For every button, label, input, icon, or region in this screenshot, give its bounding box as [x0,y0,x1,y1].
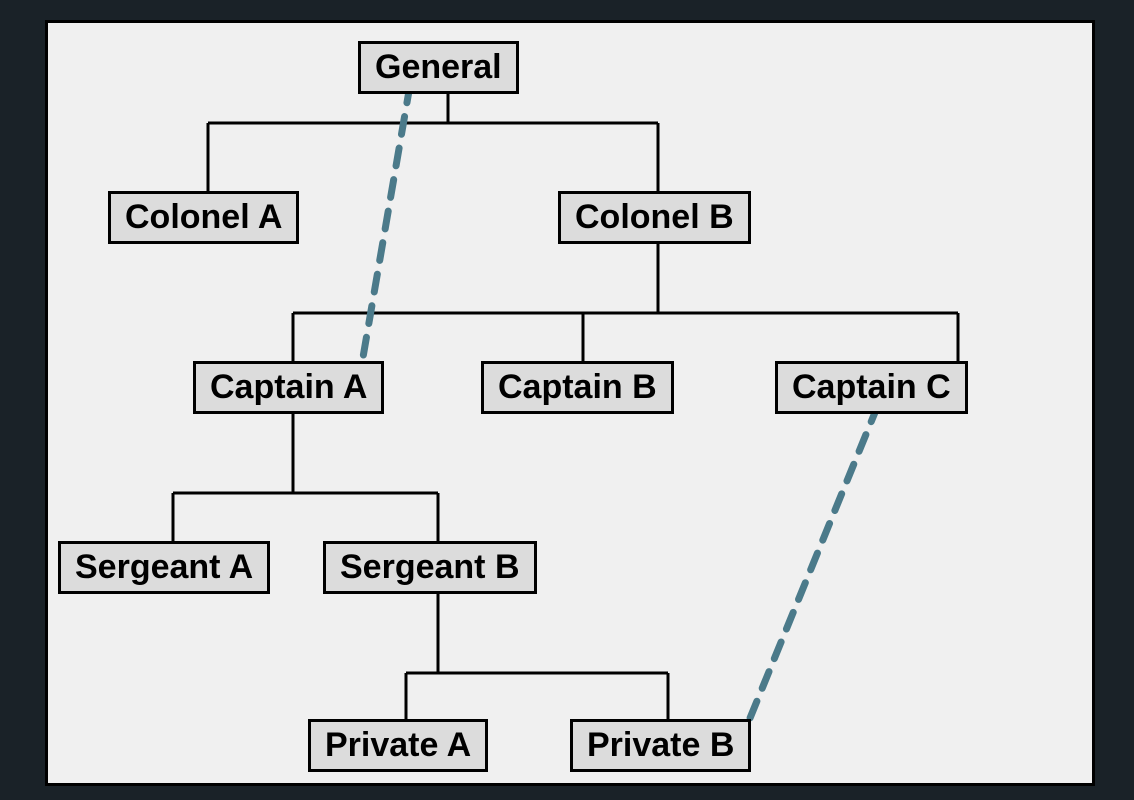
node-sergeant-b: Sergeant B [323,541,537,594]
node-colonel-b: Colonel B [558,191,751,244]
node-captain-c: Captain C [775,361,968,414]
node-captain-b: Captain B [481,361,674,414]
hierarchy-canvas: General Colonel A Colonel B Captain A Ca… [45,20,1095,786]
node-general: General [358,41,519,94]
node-colonel-a: Colonel A [108,191,299,244]
node-private-a: Private A [308,719,488,772]
node-sergeant-a: Sergeant A [58,541,270,594]
node-captain-a: Captain A [193,361,384,414]
node-private-b: Private B [570,719,751,772]
